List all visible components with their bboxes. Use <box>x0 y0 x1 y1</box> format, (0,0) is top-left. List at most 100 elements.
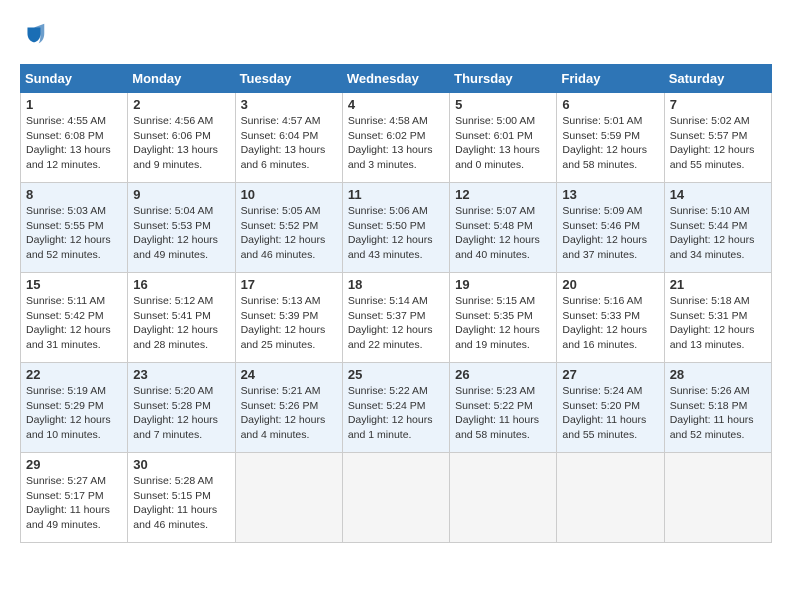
col-header-friday: Friday <box>557 65 664 93</box>
logo <box>20 20 52 48</box>
day-cell: 18 Sunrise: 5:14 AMSunset: 5:37 PMDayligh… <box>342 273 449 363</box>
day-number: 13 <box>562 187 658 202</box>
day-detail: Sunrise: 5:27 AMSunset: 5:17 PMDaylight:… <box>26 474 122 533</box>
day-number: 21 <box>670 277 766 292</box>
week-row-5: 29 Sunrise: 5:27 AMSunset: 5:17 PMDayligh… <box>21 453 772 543</box>
day-detail: Sunrise: 5:10 AMSunset: 5:44 PMDaylight:… <box>670 204 766 263</box>
day-cell: 21Sunrise: 5:18 AMSunset: 5:31 PMDayligh… <box>664 273 771 363</box>
day-number: 10 <box>241 187 337 202</box>
logo-icon <box>20 20 48 48</box>
day-cell <box>450 453 557 543</box>
col-header-saturday: Saturday <box>664 65 771 93</box>
day-detail: Sunrise: 5:28 AMSunset: 5:15 PMDaylight:… <box>133 474 229 533</box>
day-number: 5 <box>455 97 551 112</box>
day-number: 26 <box>455 367 551 382</box>
day-number: 20 <box>562 277 658 292</box>
day-cell: 11 Sunrise: 5:06 AMSunset: 5:50 PMDayligh… <box>342 183 449 273</box>
day-detail: Sunrise: 5:20 AMSunset: 5:28 PMDaylight:… <box>133 384 229 443</box>
day-cell: 13 Sunrise: 5:09 AMSunset: 5:46 PMDayligh… <box>557 183 664 273</box>
day-cell: 7 Sunrise: 5:02 AMSunset: 5:57 PMDaylight… <box>664 93 771 183</box>
day-detail: Sunrise: 4:56 AMSunset: 6:06 PMDaylight:… <box>133 114 229 173</box>
day-number: 15 <box>26 277 122 292</box>
day-cell: 24 Sunrise: 5:21 AMSunset: 5:26 PMDayligh… <box>235 363 342 453</box>
day-cell: 12 Sunrise: 5:07 AMSunset: 5:48 PMDayligh… <box>450 183 557 273</box>
day-cell: 8 Sunrise: 5:03 AMSunset: 5:55 PMDaylight… <box>21 183 128 273</box>
day-number: 30 <box>133 457 229 472</box>
day-cell: 3 Sunrise: 4:57 AMSunset: 6:04 PMDaylight… <box>235 93 342 183</box>
day-detail: Sunrise: 5:15 AMSunset: 5:35 PMDaylight:… <box>455 294 551 353</box>
day-detail: Sunrise: 5:19 AMSunset: 5:29 PMDaylight:… <box>26 384 122 443</box>
col-header-thursday: Thursday <box>450 65 557 93</box>
day-detail: Sunrise: 5:05 AMSunset: 5:52 PMDaylight:… <box>241 204 337 263</box>
day-cell: 16Sunrise: 5:12 AMSunset: 5:41 PMDayligh… <box>128 273 235 363</box>
day-cell: 9 Sunrise: 5:04 AMSunset: 5:53 PMDaylight… <box>128 183 235 273</box>
calendar-table: SundayMondayTuesdayWednesdayThursdayFrid… <box>20 64 772 543</box>
day-number: 18 <box>348 277 444 292</box>
day-detail: Sunrise: 5:24 AMSunset: 5:20 PMDaylight:… <box>562 384 658 443</box>
day-number: 11 <box>348 187 444 202</box>
day-number: 3 <box>241 97 337 112</box>
day-number: 4 <box>348 97 444 112</box>
day-detail: Sunrise: 5:04 AMSunset: 5:53 PMDaylight:… <box>133 204 229 263</box>
day-number: 24 <box>241 367 337 382</box>
day-cell: 2 Sunrise: 4:56 AMSunset: 6:06 PMDaylight… <box>128 93 235 183</box>
day-number: 7 <box>670 97 766 112</box>
day-cell: 20 Sunrise: 5:16 AMSunset: 5:33 PMDayligh… <box>557 273 664 363</box>
day-cell: 22 Sunrise: 5:19 AMSunset: 5:29 PMDayligh… <box>21 363 128 453</box>
col-header-wednesday: Wednesday <box>342 65 449 93</box>
day-cell <box>235 453 342 543</box>
day-number: 6 <box>562 97 658 112</box>
day-detail: Sunrise: 4:55 AMSunset: 6:08 PMDaylight:… <box>26 114 122 173</box>
day-number: 14 <box>670 187 766 202</box>
day-detail: Sunrise: 5:11 AMSunset: 5:42 PMDaylight:… <box>26 294 122 353</box>
day-cell: 30 Sunrise: 5:28 AMSunset: 5:15 PMDayligh… <box>128 453 235 543</box>
day-detail: Sunrise: 5:02 AMSunset: 5:57 PMDaylight:… <box>670 114 766 173</box>
day-cell: 29 Sunrise: 5:27 AMSunset: 5:17 PMDayligh… <box>21 453 128 543</box>
day-detail: Sunrise: 5:06 AMSunset: 5:50 PMDaylight:… <box>348 204 444 263</box>
page-header <box>20 20 772 48</box>
week-row-1: 1 Sunrise: 4:55 AMSunset: 6:08 PMDaylight… <box>21 93 772 183</box>
day-number: 25 <box>348 367 444 382</box>
day-detail: Sunrise: 4:57 AMSunset: 6:04 PMDaylight:… <box>241 114 337 173</box>
day-number: 8 <box>26 187 122 202</box>
day-cell: 5Sunrise: 5:00 AMSunset: 6:01 PMDaylight… <box>450 93 557 183</box>
col-header-monday: Monday <box>128 65 235 93</box>
day-number: 9 <box>133 187 229 202</box>
day-number: 22 <box>26 367 122 382</box>
day-number: 2 <box>133 97 229 112</box>
day-number: 27 <box>562 367 658 382</box>
day-cell: 6 Sunrise: 5:01 AMSunset: 5:59 PMDaylight… <box>557 93 664 183</box>
day-number: 29 <box>26 457 122 472</box>
day-detail: Sunrise: 5:01 AMSunset: 5:59 PMDaylight:… <box>562 114 658 173</box>
week-row-3: 15 Sunrise: 5:11 AMSunset: 5:42 PMDayligh… <box>21 273 772 363</box>
day-cell: 15 Sunrise: 5:11 AMSunset: 5:42 PMDayligh… <box>21 273 128 363</box>
day-detail: Sunrise: 4:58 AMSunset: 6:02 PMDaylight:… <box>348 114 444 173</box>
day-cell: 4 Sunrise: 4:58 AMSunset: 6:02 PMDaylight… <box>342 93 449 183</box>
day-detail: Sunrise: 5:13 AMSunset: 5:39 PMDaylight:… <box>241 294 337 353</box>
day-cell: 17 Sunrise: 5:13 AMSunset: 5:39 PMDayligh… <box>235 273 342 363</box>
col-header-tuesday: Tuesday <box>235 65 342 93</box>
day-detail: Sunrise: 5:16 AMSunset: 5:33 PMDaylight:… <box>562 294 658 353</box>
day-detail: Sunrise: 5:26 AMSunset: 5:18 PMDaylight:… <box>670 384 766 443</box>
day-cell: 14 Sunrise: 5:10 AMSunset: 5:44 PMDayligh… <box>664 183 771 273</box>
day-number: 23 <box>133 367 229 382</box>
day-detail: Sunrise: 5:07 AMSunset: 5:48 PMDaylight:… <box>455 204 551 263</box>
day-cell: 10 Sunrise: 5:05 AMSunset: 5:52 PMDayligh… <box>235 183 342 273</box>
col-header-sunday: Sunday <box>21 65 128 93</box>
day-detail: Sunrise: 5:21 AMSunset: 5:26 PMDaylight:… <box>241 384 337 443</box>
day-cell <box>557 453 664 543</box>
day-number: 1 <box>26 97 122 112</box>
day-cell: 23 Sunrise: 5:20 AMSunset: 5:28 PMDayligh… <box>128 363 235 453</box>
day-cell: 25Sunrise: 5:22 AMSunset: 5:24 PMDayligh… <box>342 363 449 453</box>
week-row-4: 22 Sunrise: 5:19 AMSunset: 5:29 PMDayligh… <box>21 363 772 453</box>
day-detail: Sunrise: 5:09 AMSunset: 5:46 PMDaylight:… <box>562 204 658 263</box>
day-number: 17 <box>241 277 337 292</box>
day-detail: Sunrise: 5:14 AMSunset: 5:37 PMDaylight:… <box>348 294 444 353</box>
day-cell: 26Sunrise: 5:23 AMSunset: 5:22 PMDayligh… <box>450 363 557 453</box>
day-detail: Sunrise: 5:03 AMSunset: 5:55 PMDaylight:… <box>26 204 122 263</box>
day-detail: Sunrise: 5:12 AMSunset: 5:41 PMDaylight:… <box>133 294 229 353</box>
day-cell <box>342 453 449 543</box>
day-number: 12 <box>455 187 551 202</box>
header-row: SundayMondayTuesdayWednesdayThursdayFrid… <box>21 65 772 93</box>
day-cell: 19Sunrise: 5:15 AMSunset: 5:35 PMDayligh… <box>450 273 557 363</box>
